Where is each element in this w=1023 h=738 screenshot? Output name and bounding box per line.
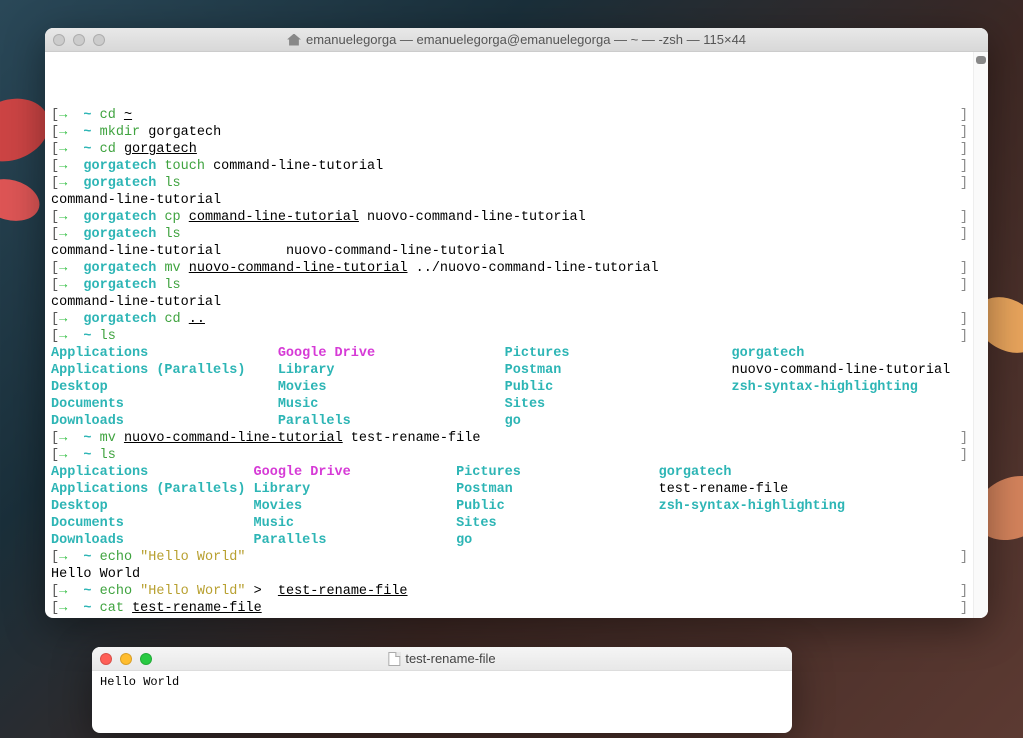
terminal-line: [→ gorgatech ls] <box>51 175 982 192</box>
terminal-body[interactable]: [→ ~ cd ~][→ ~ mkdir gorgatech][→ ~ cd g… <box>45 52 988 618</box>
terminal-line: [→ gorgatech cd ..] <box>51 311 982 328</box>
terminal-output: Hello World <box>51 566 982 583</box>
textedit-title-text: test-rename-file <box>405 651 495 666</box>
zoom-button[interactable] <box>140 653 152 665</box>
close-button[interactable] <box>100 653 112 665</box>
terminal-line: [→ ~ echo "Hello World"] <box>51 549 982 566</box>
home-icon <box>287 34 301 46</box>
document-icon <box>388 652 400 666</box>
terminal-line: [→ ~ cat test-rename-file] <box>51 600 982 617</box>
terminal-output: command-line-tutorial <box>51 294 982 311</box>
terminal-ls-row: DesktopMoviesPubliczsh-syntax-highlighti… <box>51 498 982 515</box>
terminal-output: command-line-tutorial <box>51 192 982 209</box>
scrollbar-thumb[interactable] <box>976 56 986 64</box>
terminal-ls-row: DocumentsMusicSites <box>51 515 982 532</box>
terminal-line: [→ ~ ls] <box>51 328 982 345</box>
terminal-ls-row: Applications (Parallels)LibraryPostmante… <box>51 481 982 498</box>
terminal-ls-row: DownloadsParallelsgo <box>51 413 982 430</box>
textedit-content: Hello World <box>100 675 179 689</box>
minimize-button[interactable] <box>120 653 132 665</box>
terminal-line: [→ gorgatech cp command-line-tutorial nu… <box>51 209 982 226</box>
minimize-button[interactable] <box>73 34 85 46</box>
terminal-line: [→ gorgatech ls] <box>51 226 982 243</box>
terminal-ls-row: DownloadsParallelsgo <box>51 532 982 549</box>
terminal-line: [→ gorgatech mv nuovo-command-line-tutor… <box>51 260 982 277</box>
terminal-ls-row: DesktopMoviesPubliczsh-syntax-highlighti… <box>51 379 982 396</box>
textedit-body[interactable]: Hello World <box>92 671 792 693</box>
traffic-lights <box>53 34 105 46</box>
terminal-line: [→ ~ cd gorgatech] <box>51 141 982 158</box>
terminal-title: emanuelegorga — emanuelegorga@emanuelego… <box>287 32 746 47</box>
terminal-line: [→ ~ ls] <box>51 447 982 464</box>
terminal-line: [→ ~ mkdir gorgatech] <box>51 124 982 141</box>
terminal-ls-row: Applications (Parallels)LibraryPostmannu… <box>51 362 982 379</box>
terminal-titlebar[interactable]: emanuelegorga — emanuelegorga@emanuelego… <box>45 28 988 52</box>
close-button[interactable] <box>53 34 65 46</box>
terminal-output: Hello World <box>51 617 982 618</box>
terminal-line: [→ ~ cd ~] <box>51 107 982 124</box>
terminal-window[interactable]: emanuelegorga — emanuelegorga@emanuelego… <box>45 28 988 618</box>
terminal-ls-row: ApplicationsGoogle DrivePicturesgorgatec… <box>51 464 982 481</box>
textedit-title: test-rename-file <box>388 651 495 666</box>
textedit-titlebar[interactable]: test-rename-file <box>92 647 792 671</box>
terminal-ls-row: ApplicationsGoogle DrivePicturesgorgatec… <box>51 345 982 362</box>
terminal-ls-row: DocumentsMusicSites <box>51 396 982 413</box>
terminal-line: [→ gorgatech touch command-line-tutorial… <box>51 158 982 175</box>
terminal-line: [→ ~ mv nuovo-command-line-tutorial test… <box>51 430 982 447</box>
scrollbar-track[interactable] <box>973 52 988 618</box>
terminal-line: [→ gorgatech ls] <box>51 277 982 294</box>
traffic-lights <box>100 653 152 665</box>
bg-leaf <box>0 173 44 227</box>
terminal-line: [→ ~ echo "Hello World" > test-rename-fi… <box>51 583 982 600</box>
zoom-button[interactable] <box>93 34 105 46</box>
textedit-window[interactable]: test-rename-file Hello World <box>92 647 792 733</box>
terminal-title-text: emanuelegorga — emanuelegorga@emanuelego… <box>306 32 746 47</box>
terminal-output: command-line-tutorial nuovo-command-line… <box>51 243 982 260</box>
